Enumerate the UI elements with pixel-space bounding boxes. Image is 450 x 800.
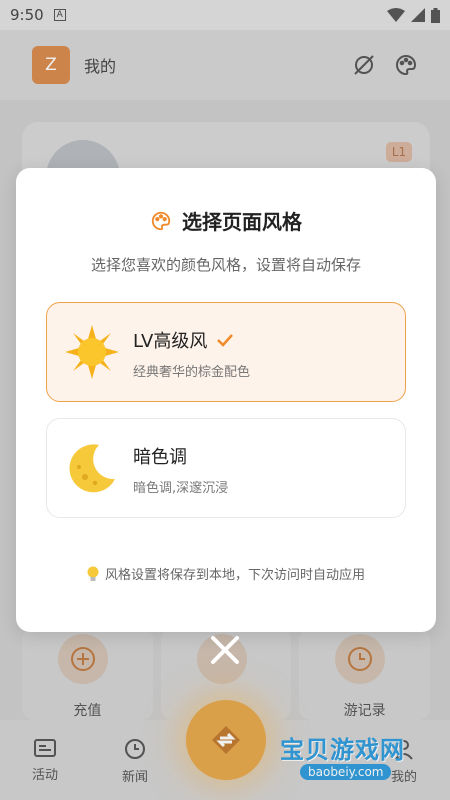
palette-icon — [151, 211, 171, 230]
option-desc: 经典奢华的棕金配色 — [133, 365, 251, 380]
lightbulb-icon — [87, 566, 99, 581]
dialog-title-row: 选择页面风格 — [16, 206, 436, 235]
option-name-row: 暗色调 — [133, 443, 187, 469]
theme-dialog: 选择页面风格 选择您喜欢的颜色风格，设置将自动保存 LV高级风 经典奢华的棕金配… — [16, 168, 436, 632]
dialog-tip: 风格设置将保存到本地，下次访问时自动应用 — [16, 564, 436, 583]
dialog-title: 选择页面风格 — [182, 210, 302, 234]
sun-icon — [65, 325, 119, 379]
close-icon[interactable] — [205, 630, 245, 670]
tip-text: 风格设置将保存到本地，下次访问时自动应用 — [104, 568, 365, 583]
option-name: LV高级风 — [133, 331, 208, 352]
check-icon — [217, 334, 234, 347]
option-name: 暗色调 — [133, 447, 187, 468]
theme-option-dark[interactable]: 暗色调 暗色调,深邃沉浸 — [46, 418, 406, 518]
option-name-row: LV高级风 — [133, 327, 234, 353]
theme-option-lv[interactable]: LV高级风 经典奢华的棕金配色 — [46, 302, 406, 402]
option-desc: 暗色调,深邃沉浸 — [133, 481, 229, 496]
moon-icon — [69, 444, 115, 493]
dialog-subtitle: 选择您喜欢的颜色风格，设置将自动保存 — [90, 256, 361, 274]
